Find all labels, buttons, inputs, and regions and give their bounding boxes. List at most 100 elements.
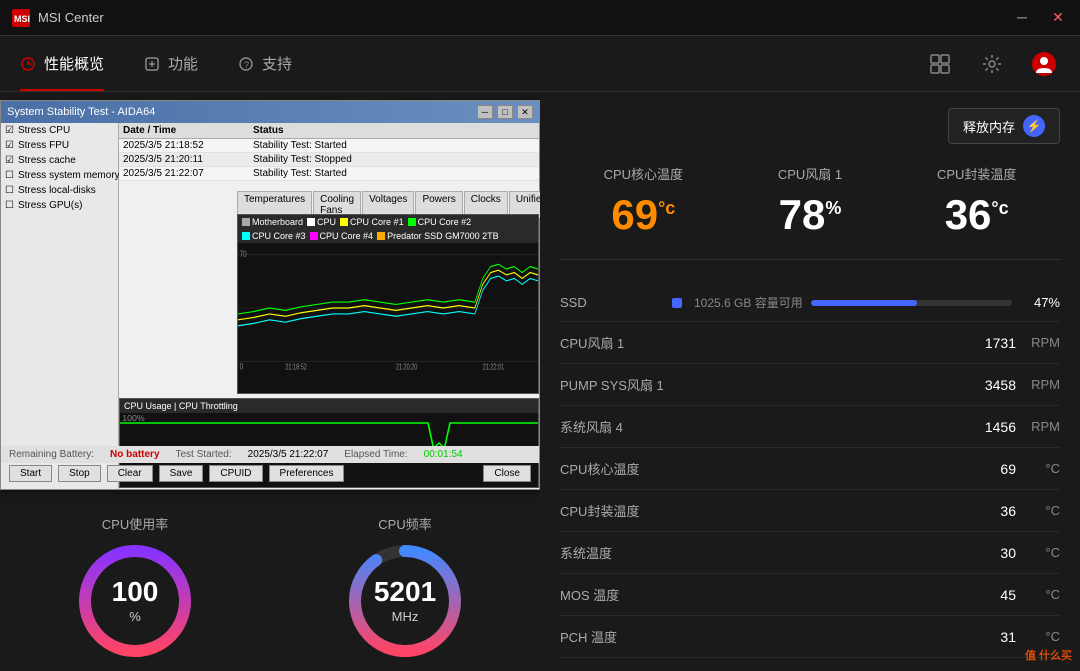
close-button-aida[interactable]: Close xyxy=(483,465,531,482)
aida-buttons-row: Start Stop Clear Save CPUID Preferences … xyxy=(1,462,539,485)
aida-log-header: Date / Time Status xyxy=(119,123,539,139)
stat-row-dram-b2-temp: DRAM B2 温度 24 °C xyxy=(560,658,1060,671)
stat-row-cpu-core-temp: CPU核心温度 69 °C xyxy=(560,448,1060,490)
stat-value-sys-temp: 30 xyxy=(966,545,1016,561)
legend-cpu: CPU xyxy=(307,217,336,227)
title-bar-controls: ─ ✕ xyxy=(1012,9,1068,26)
watermark: 值 什么买 xyxy=(1025,647,1072,663)
aida-minimize-button[interactable]: ─ xyxy=(477,105,493,119)
tab-support[interactable]: ? 支持 xyxy=(238,36,292,91)
metric-cpu-pkg-temp-value: 36°c xyxy=(893,191,1060,239)
stat-row-mos-temp: MOS 温度 45 °C xyxy=(560,574,1060,616)
ssd-bar-container: 1025.6 GB 容量可用 xyxy=(694,294,1012,311)
save-button[interactable]: Save xyxy=(159,465,204,482)
ssd-row: SSD 1025.6 GB 容量可用 47% xyxy=(560,284,1060,322)
stat-name-cpu-core-temp: CPU核心温度 xyxy=(560,459,966,478)
sidebar-item-stress-gpu[interactable]: Stress GPU(s) xyxy=(1,198,118,213)
legend-ssd: Predator SSD GM7000 2TB xyxy=(377,231,499,241)
nav-bar: 性能概览 功能 ? 支持 xyxy=(0,36,1080,92)
function-icon xyxy=(144,56,160,72)
overview-icon xyxy=(20,56,36,72)
legend-cpu-core3: CPU Core #3 xyxy=(242,231,306,241)
stat-value-pump-sys-fan: 3458 xyxy=(966,377,1016,393)
stat-unit-mos-temp: °C xyxy=(1024,587,1060,602)
cpu-usage-metric: CPU使用率 100 xyxy=(75,514,195,661)
cpu-usage-legend: CPU Usage | CPU Throttling xyxy=(120,399,538,413)
test-started-value: 2025/3/5 21:22:07 xyxy=(248,449,329,460)
log-status-0: Stability Test: Started xyxy=(253,140,535,151)
cpu-usage-number: 100 xyxy=(112,576,159,607)
release-mem-row: 释放内存 ⚡ xyxy=(560,108,1060,144)
sidebar-item-stress-cache[interactable]: Stress cache xyxy=(1,153,118,168)
stat-row-sys-fan4: 系统风扇 4 1456 RPM xyxy=(560,406,1060,448)
stat-row-sys-temp: 系统温度 30 °C xyxy=(560,532,1060,574)
nav-tabs: 性能概览 功能 ? 支持 xyxy=(20,36,292,91)
stat-row-cpu-fan1: CPU风扇 1 1731 RPM xyxy=(560,322,1060,364)
svg-text:70: 70 xyxy=(240,249,247,260)
cpu-freq-label: CPU频率 xyxy=(378,514,431,533)
clear-button[interactable]: Clear xyxy=(107,465,153,482)
right-panel: 释放内存 ⚡ CPU核心温度 69°c CPU风扇 1 78% CPU封装温度 xyxy=(540,92,1080,671)
sidebar-item-stress-cpu[interactable]: Stress CPU xyxy=(1,123,118,138)
tab-function[interactable]: 功能 xyxy=(144,36,198,91)
cpu-freq-metric: CPU频率 5201 xyxy=(345,514,465,661)
aida-sidebar: Stress CPU Stress FPU Stress cache Stres… xyxy=(1,123,119,489)
aida-dialog-title: System Stability Test - AIDA64 xyxy=(7,106,477,118)
stat-row-pch-temp: PCH 温度 31 °C xyxy=(560,616,1060,658)
log-status-1: Stability Test: Stopped xyxy=(253,154,535,165)
app-title: MSI Center xyxy=(38,10,1012,25)
aida-status-bar: Remaining Battery: No battery Test Start… xyxy=(1,446,539,463)
log-status-2: Stability Test: Started xyxy=(253,168,535,179)
aida-dialog: System Stability Test - AIDA64 ─ □ ✕ Str… xyxy=(0,100,540,490)
aida-main-area: Date / Time Status 2025/3/5 21:18:52 Sta… xyxy=(119,123,539,489)
cpu-usage-value: 100 % xyxy=(112,576,159,626)
stat-unit-cpu-fan1: RPM xyxy=(1024,335,1060,350)
sidebar-item-stress-disks[interactable]: Stress local-disks xyxy=(1,183,118,198)
cpu-usage-unit: % xyxy=(129,609,141,624)
log-row-0: 2025/3/5 21:18:52 Stability Test: Starte… xyxy=(119,139,539,153)
svg-text:21:22:01: 21:22:01 xyxy=(483,364,505,372)
aida-title-buttons: ─ □ ✕ xyxy=(477,105,533,119)
ssd-dot xyxy=(672,298,682,308)
user-icon-button[interactable] xyxy=(1028,48,1060,80)
minimize-button[interactable]: ─ xyxy=(1012,9,1032,26)
preferences-button[interactable]: Preferences xyxy=(269,465,345,482)
log-time-1: 2025/3/5 21:20:11 xyxy=(123,154,253,165)
legend-cpu-core1: CPU Core #1 xyxy=(340,217,404,227)
aida-restore-button[interactable]: □ xyxy=(497,105,513,119)
cpu-usage-label: CPU使用率 xyxy=(102,514,168,533)
aida-graph-area: Motherboard CPU CPU Core #1 CPU Cor xyxy=(237,214,539,394)
log-row-1: 2025/3/5 21:20:11 Stability Test: Stoppe… xyxy=(119,153,539,167)
aida-close-button[interactable]: ✕ xyxy=(517,105,533,119)
msi-icon: MSI xyxy=(12,9,30,27)
start-button[interactable]: Start xyxy=(9,465,52,482)
sidebar-item-stress-memory[interactable]: Stress system memory xyxy=(1,168,118,183)
tab-overview[interactable]: 性能概览 xyxy=(20,36,104,91)
sidebar-item-stress-fpu[interactable]: Stress FPU xyxy=(1,138,118,153)
svg-text:0: 0 xyxy=(240,361,244,372)
elapsed-value: 00:01:54 xyxy=(424,449,463,460)
stat-unit-sys-temp: °C xyxy=(1024,545,1060,560)
settings-icon-button[interactable] xyxy=(976,48,1008,80)
remaining-label: Remaining Battery: xyxy=(9,449,94,460)
cpuid-button[interactable]: CPUID xyxy=(209,465,262,482)
stat-row-pump-sys-fan: PUMP SYS风扇 1 3458 RPM xyxy=(560,364,1060,406)
cpu-freq-value: 5201 MHz xyxy=(374,576,436,626)
log-time-0: 2025/3/5 21:18:52 xyxy=(123,140,253,151)
stat-name-sys-fan4: 系统风扇 4 xyxy=(560,417,966,436)
stat-unit-pch-temp: °C xyxy=(1024,629,1060,644)
support-icon: ? xyxy=(238,56,254,72)
left-panel: System Stability Test - AIDA64 ─ □ ✕ Str… xyxy=(0,92,540,671)
metric-cpu-core-temp: CPU核心温度 69°c xyxy=(560,164,727,239)
cpu-freq-donut: 5201 MHz xyxy=(345,541,465,661)
ssd-label: SSD xyxy=(560,295,660,310)
close-button[interactable]: ✕ xyxy=(1048,9,1068,26)
release-mem-label: 释放内存 xyxy=(963,117,1015,136)
cpu-metrics-row: CPU使用率 100 xyxy=(0,514,540,661)
metric-cpu-fan: CPU风扇 1 78% xyxy=(727,164,894,239)
grid-icon-button[interactable] xyxy=(924,48,956,80)
release-memory-button[interactable]: 释放内存 ⚡ xyxy=(948,108,1060,144)
stat-name-cpu-fan1: CPU风扇 1 xyxy=(560,333,966,352)
aida-graph-legend: Motherboard CPU CPU Core #1 CPU Cor xyxy=(238,215,538,243)
stop-button[interactable]: Stop xyxy=(58,465,101,482)
